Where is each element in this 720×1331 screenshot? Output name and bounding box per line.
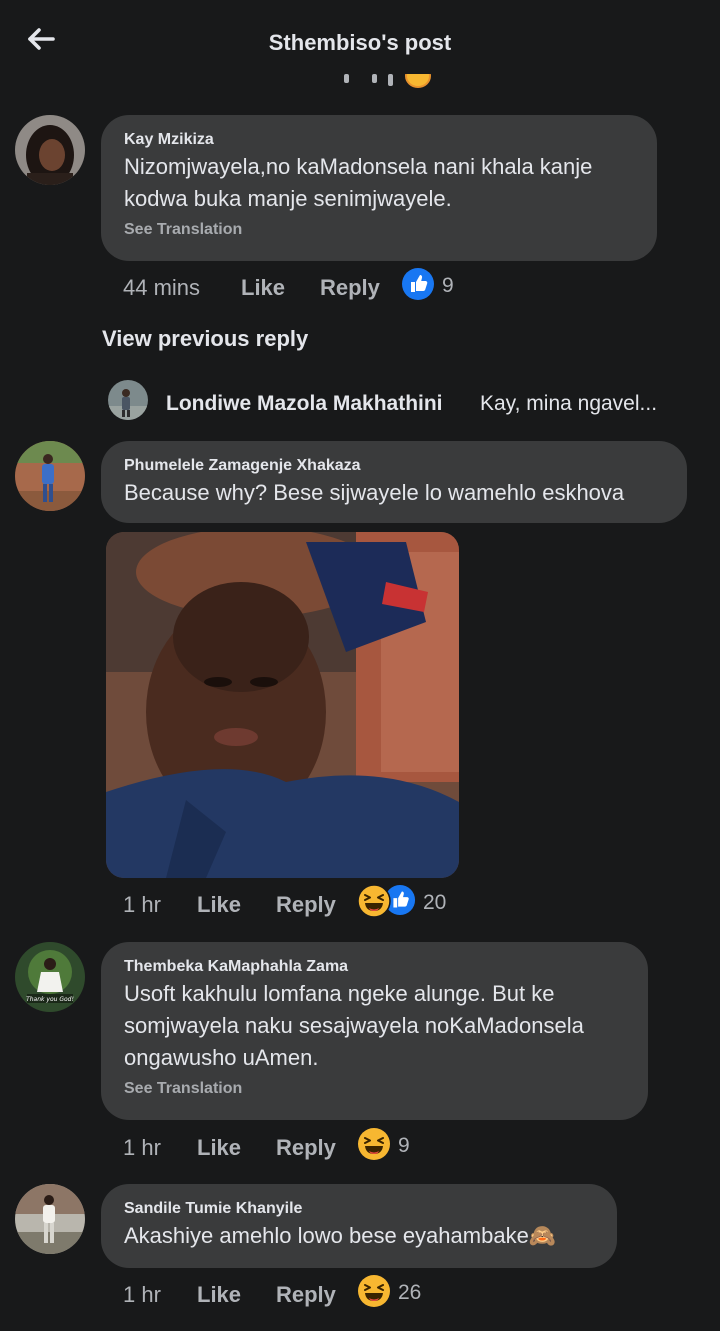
comment-bubble[interactable]: Sandile Tumie Khanyile Akashiye amehlo l… xyxy=(101,1184,617,1268)
comment-actions: 1 hr Like Reply 9 xyxy=(0,1128,720,1165)
comment-author[interactable]: Thembeka KaMaphahla Zama xyxy=(124,956,624,978)
haha-reaction-icon[interactable] xyxy=(357,884,391,918)
reaction-count[interactable]: 9 xyxy=(442,269,454,303)
comment-photo[interactable] xyxy=(106,532,459,878)
comment-text-line: Usoft kakhulu lomfana ngeke alunge. But … xyxy=(124,981,555,1006)
comment-time: 1 hr xyxy=(123,1282,161,1307)
reply-preview[interactable]: Londiwe Mazola Makhathini Kay, mina ngav… xyxy=(108,380,708,420)
see-translation-link[interactable]: See Translation xyxy=(124,1078,624,1100)
comment-time: 1 hr xyxy=(123,892,161,917)
comment-author[interactable]: Sandile Tumie Khanyile xyxy=(124,1198,593,1220)
like-button[interactable]: Like xyxy=(197,1131,241,1165)
see-translation-link[interactable]: See Translation xyxy=(124,219,633,241)
comment-time: 44 mins xyxy=(123,275,201,300)
comment-bubble[interactable]: Thembeka KaMaphahla Zama Usoft kakhulu l… xyxy=(101,942,648,1120)
comment-text-line: Nizomjwayela,no kaMadonsela nani khala k… xyxy=(124,154,593,179)
view-previous-reply-link[interactable]: View previous reply xyxy=(102,326,308,352)
comment-text-line: somjwayela naku sesajwayela noKaMadonsel… xyxy=(124,1013,584,1038)
haha-reaction-icon xyxy=(405,74,431,88)
like-reaction-icon[interactable] xyxy=(401,267,435,301)
haha-reaction-icon[interactable] xyxy=(357,1127,391,1161)
avatar[interactable] xyxy=(15,115,85,185)
comment-text-line: Because why? Bese sijwayele lo wamehlo e… xyxy=(124,480,625,505)
comment-actions: 1 hr Like Reply 26 xyxy=(0,1275,720,1312)
comment-author[interactable]: Kay Mzikiza xyxy=(124,129,633,151)
comment-text-line: ongawusho uAmen. xyxy=(124,1045,319,1070)
comment-text-line: kodwa buka manje senimjwayele. xyxy=(124,186,452,211)
haha-reaction-icon[interactable] xyxy=(357,1274,391,1308)
reaction-count[interactable]: 9 xyxy=(398,1129,410,1163)
post-comments-screen: Sthembiso's post Kay Mzikiza Nizomjwayel… xyxy=(0,0,720,1331)
avatar[interactable]: Thank you God! xyxy=(15,942,85,1012)
avatar[interactable] xyxy=(15,441,85,511)
comment-actions: 1 hr Like Reply 20 xyxy=(0,884,720,922)
top-bar: Sthembiso's post xyxy=(0,0,720,88)
svg-text:Thank you God!: Thank you God! xyxy=(26,996,74,1003)
reply-avatar[interactable] xyxy=(108,380,148,420)
reaction-count[interactable]: 20 xyxy=(423,886,446,920)
comment-author[interactable]: Phumelele Zamagenje Xhakaza xyxy=(124,455,663,477)
reaction-count[interactable]: 26 xyxy=(398,1276,421,1310)
reply-button[interactable]: Reply xyxy=(276,1278,336,1312)
comment-bubble[interactable]: Kay Mzikiza Nizomjwayela,no kaMadonsela … xyxy=(101,115,657,261)
like-button[interactable]: Like xyxy=(197,888,241,922)
reply-button[interactable]: Reply xyxy=(320,271,380,305)
comment-time: 1 hr xyxy=(123,1135,161,1160)
reply-button[interactable]: Reply xyxy=(276,1131,336,1165)
comment-actions: 44 mins Like Reply 9 xyxy=(0,268,720,305)
reply-snippet: Kay, mina ngavel... xyxy=(480,392,658,415)
comment-bubble[interactable]: Phumelele Zamagenje Xhakaza Because why?… xyxy=(101,441,687,523)
like-button[interactable]: Like xyxy=(197,1278,241,1312)
avatar[interactable] xyxy=(15,1184,85,1254)
like-button[interactable]: Like xyxy=(241,271,285,305)
comment-text-line: Akashiye amehlo lowo bese eyahambake🙈 xyxy=(124,1223,557,1248)
reply-button[interactable]: Reply xyxy=(276,888,336,922)
reply-author[interactable]: Londiwe Mazola Makhathini xyxy=(166,392,443,416)
page-title: Sthembiso's post xyxy=(268,30,452,55)
scrolled-off-meta-row xyxy=(330,74,440,92)
